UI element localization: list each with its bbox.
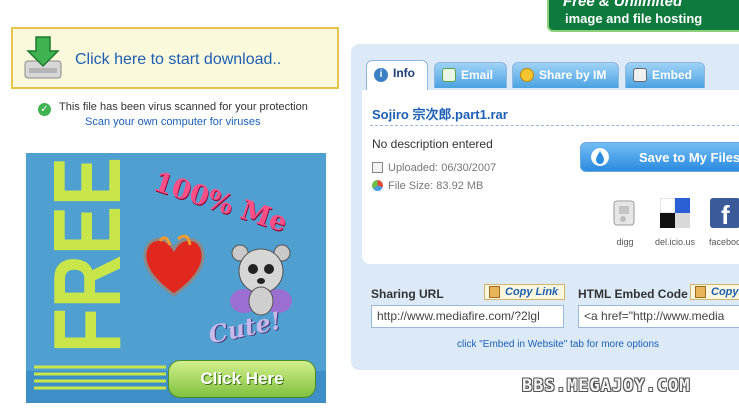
html-embed-code-field[interactable]: <a href="http://www.media (578, 305, 739, 328)
download-link[interactable]: Click here to start download.. (75, 51, 281, 69)
copy-link-button[interactable]: Copy Link (484, 284, 566, 300)
svg-text:f: f (721, 200, 730, 228)
clipboard-icon (695, 286, 706, 298)
banner-line1: Free & Unlimited (563, 0, 683, 10)
droplet-icon (591, 148, 609, 166)
embed-icon (633, 68, 647, 82)
download-arrow-icon (24, 36, 62, 79)
banner-line2: image and file hosting (565, 11, 703, 26)
tab-info[interactable]: i Info (366, 60, 428, 90)
file-description: No description entered (372, 137, 493, 151)
pie-chart-icon (372, 180, 383, 191)
ad-free-text: FREE (34, 157, 141, 353)
tab-info-label: Info (393, 66, 415, 80)
divider (370, 125, 739, 126)
im-icon (520, 68, 534, 82)
file-name: Sojiro 宗次郎.part1.rar (372, 107, 508, 122)
tab-embed[interactable]: Embed (625, 62, 705, 88)
hosting-banner[interactable]: Free & Unlimited image and file hosting (547, 0, 739, 32)
save-button-label: Save to My Files (639, 150, 739, 165)
copy-embed-label: Copy (711, 286, 739, 298)
copy-embed-button[interactable]: Copy (690, 284, 739, 300)
calendar-icon (372, 162, 383, 173)
share-digg[interactable]: digg (601, 198, 649, 247)
digg-label: digg (616, 237, 634, 247)
email-icon (442, 68, 456, 82)
tab-embed-label: Embed (652, 68, 693, 82)
ad-click-here-button[interactable]: Click Here (168, 360, 316, 398)
sharing-url-label: Sharing URL (371, 287, 444, 301)
tab-share-by-im-label: Share by IM (539, 68, 607, 82)
save-to-my-files-button[interactable]: Save to My Files (580, 142, 739, 172)
embed-hint: click "Embed in Website" tab for more op… (457, 339, 660, 350)
watermark: BBS.MEGAJOY.COM (522, 376, 691, 396)
facebook-label: faceboo (708, 237, 739, 247)
upload-date: Uploaded: 06/30/2007 (372, 162, 496, 174)
html-embed-code-label: HTML Embed Code (578, 287, 688, 301)
sharing-url-field[interactable]: http://www.mediafire.com/?2lgl (371, 305, 564, 328)
info-icon: i (374, 68, 388, 82)
virus-scan-notice: ✓ This file has been virus scanned for yo… (38, 101, 308, 116)
copy-link-label: Copy Link (505, 286, 559, 298)
file-size-text: File Size: 83.92 MB (388, 180, 484, 192)
file-size: File Size: 83.92 MB (372, 180, 483, 192)
tab-share-by-im[interactable]: Share by IM (512, 62, 619, 88)
scan-computer-link[interactable]: Scan your own computer for viruses (85, 116, 260, 128)
delicious-icon (659, 197, 690, 228)
clipboard-icon (489, 286, 500, 298)
tab-email-label: Email (461, 68, 494, 82)
download-box[interactable]: Click here to start download.. (11, 27, 339, 89)
virus-scan-message: This file has been virus scanned for you… (59, 101, 308, 113)
facebook-icon: f (710, 198, 739, 230)
delicious-label: del.icio.us (654, 237, 696, 247)
share-facebook[interactable]: f faceboo (701, 198, 739, 247)
tab-email[interactable]: Email (434, 62, 507, 88)
check-icon: ✓ (38, 103, 51, 116)
upload-date-text: Uploaded: 06/30/2007 (388, 162, 497, 174)
heart-icon (143, 234, 205, 297)
share-delicious[interactable]: del.icio.us (651, 197, 699, 247)
digg-icon (613, 200, 635, 226)
advertisement-banner[interactable]: FREE 100% Me Cute! Click Here (26, 153, 326, 403)
